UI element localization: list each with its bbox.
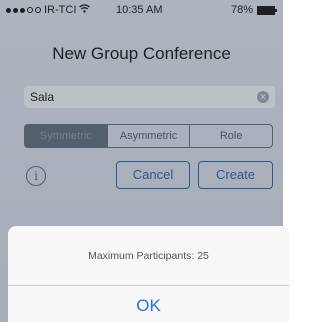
alert-divider — [8, 285, 289, 286]
ok-button[interactable]: OK — [8, 296, 289, 316]
alert-message: Maximum Participants: 25 — [88, 250, 209, 262]
alert-sheet: Maximum Participants: 25 OK — [8, 226, 289, 322]
